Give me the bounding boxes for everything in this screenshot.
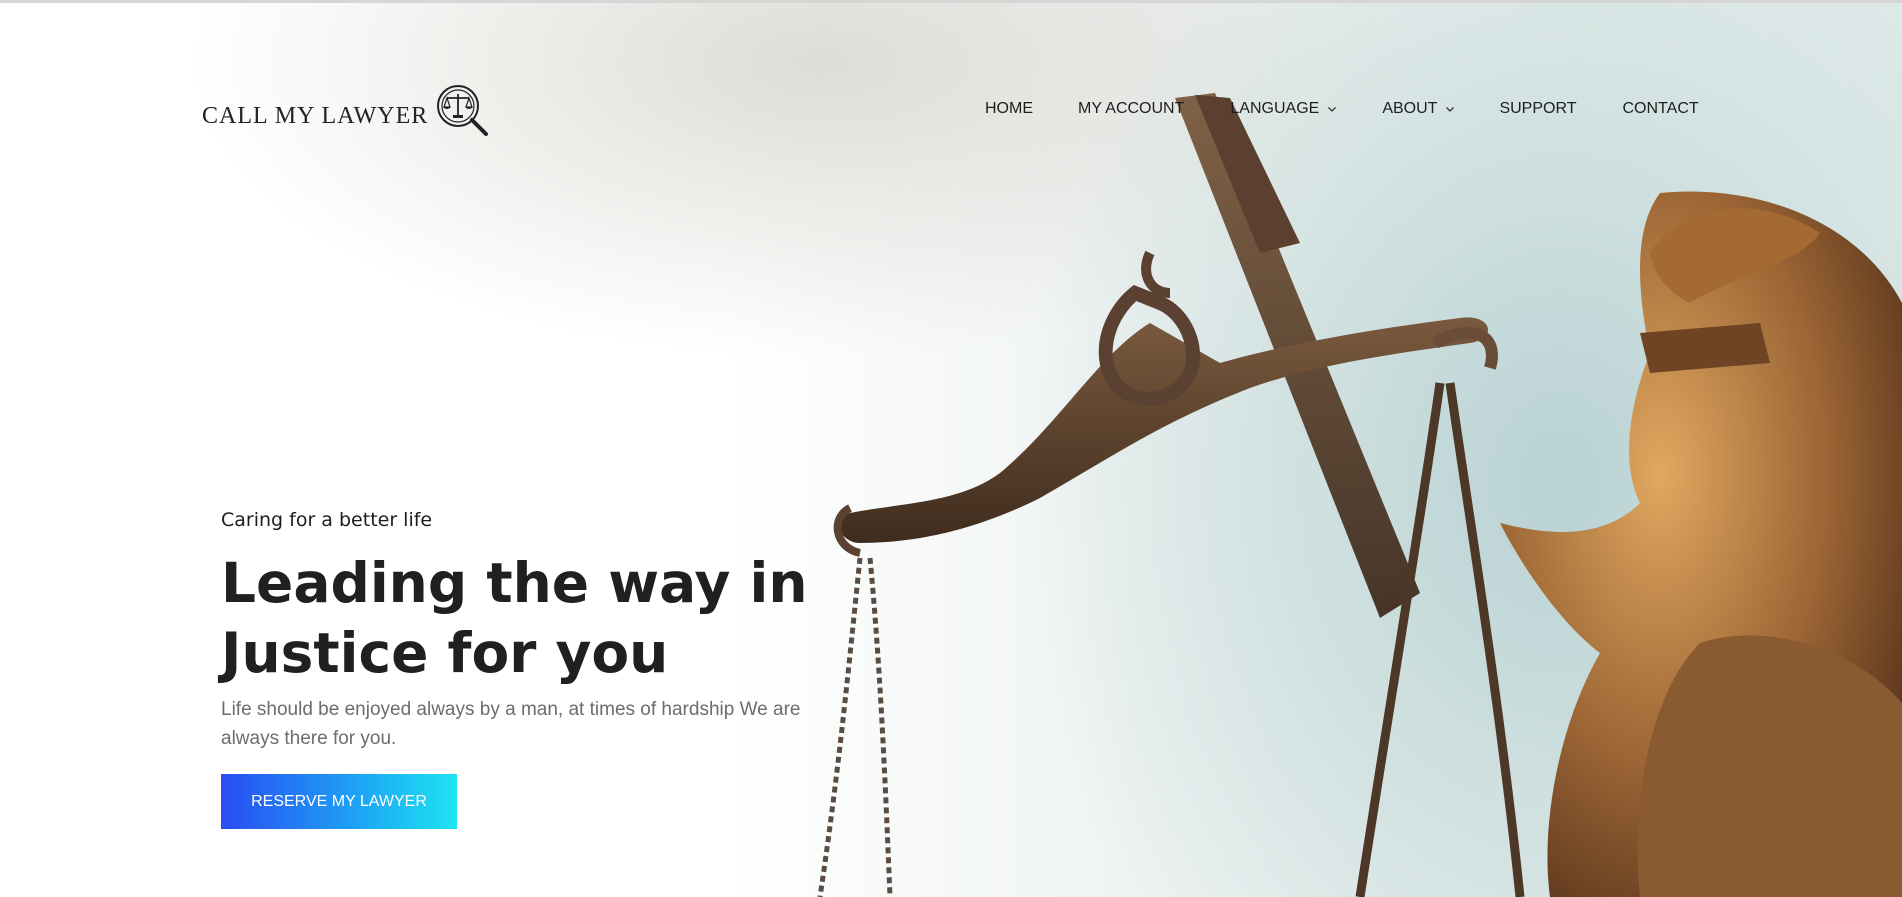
nav-home-label: HOME: [985, 100, 1033, 117]
nav-language-label: LANGUAGE: [1230, 100, 1320, 117]
nav-about[interactable]: ABOUT: [1382, 100, 1455, 118]
nav-contact-label: CONTACT: [1622, 100, 1699, 117]
brand-logo[interactable]: CALL MY LAWYER: [202, 84, 492, 140]
main-nav: HOME MY ACCOUNT LANGUAGE ABOUT SUPPORT C…: [985, 100, 1699, 118]
hero-description: Life should be enjoyed always by a man, …: [221, 699, 801, 749]
brand-name: CALL MY LAWYER: [202, 102, 429, 129]
chevron-down-icon: [1328, 107, 1337, 112]
hero-headline: Leading the way in Justice for you: [221, 551, 808, 685]
nav-my-account-label: MY ACCOUNT: [1078, 100, 1185, 117]
reserve-lawyer-button[interactable]: RESERVE MY LAWYER: [221, 774, 457, 829]
scales-magnifier-icon: [434, 82, 492, 143]
nav-about-label: ABOUT: [1382, 100, 1438, 117]
nav-home[interactable]: HOME: [985, 100, 1033, 118]
nav-my-account[interactable]: MY ACCOUNT: [1078, 100, 1184, 118]
chevron-down-icon: [1446, 107, 1455, 112]
nav-language[interactable]: LANGUAGE: [1230, 100, 1337, 118]
hero-tagline: Caring for a better life: [221, 509, 433, 531]
nav-support-label: SUPPORT: [1499, 100, 1577, 117]
nav-contact[interactable]: CONTACT: [1623, 100, 1699, 118]
nav-support[interactable]: SUPPORT: [1499, 100, 1576, 118]
